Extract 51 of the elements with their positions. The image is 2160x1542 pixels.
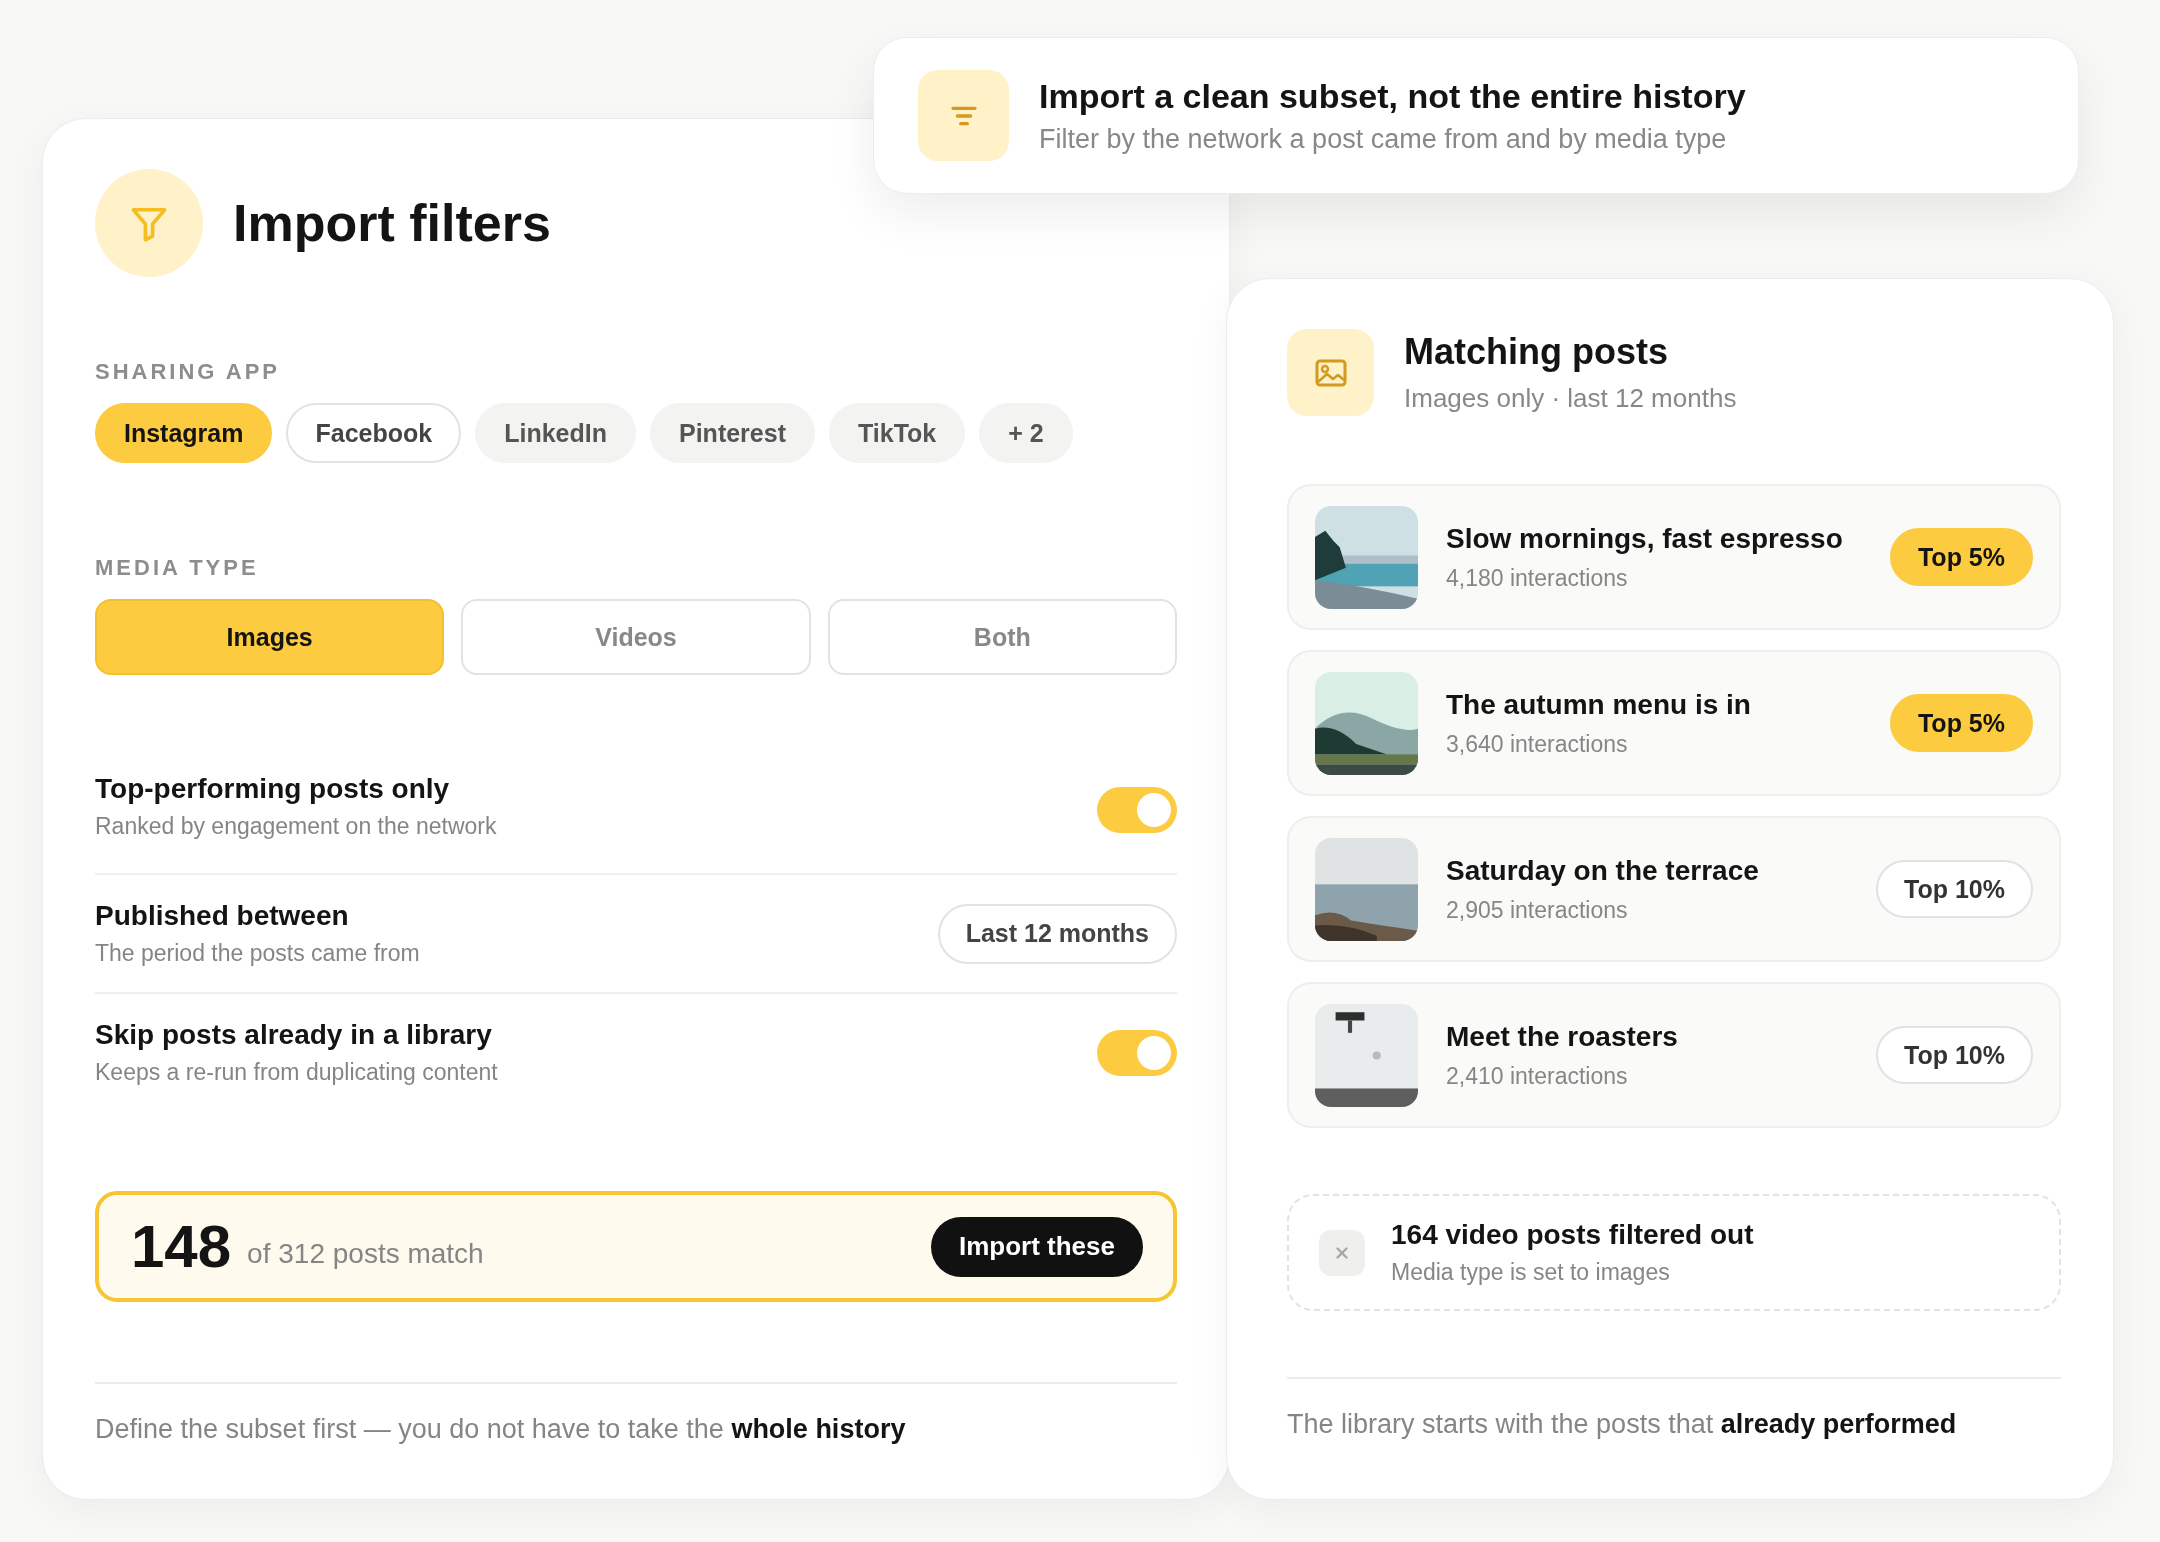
setting-title: Top-performing posts only <box>95 773 451 805</box>
close-icon <box>1319 1229 1365 1276</box>
match-total: of 312 posts match <box>247 1237 484 1270</box>
post-card[interactable]: Slow mornings, fast espresso 4,180 interactions Top 5% <box>1287 484 2061 630</box>
app-chip[interactable]: Pinterest <box>650 403 815 463</box>
panel-title: Matching posts <box>1404 331 1669 373</box>
post-card[interactable]: Meet the roasters 2,410 interactions Top 10% <box>1287 982 2061 1128</box>
rank-badge: Top 5% <box>1889 694 2033 752</box>
setting-description: The period the posts came from <box>95 940 420 967</box>
match-count: 148 <box>131 1212 232 1281</box>
image-icon <box>1287 329 1374 416</box>
post-title: Saturday on the terrace <box>1446 854 1759 887</box>
excluded-title: 164 video posts filtered out <box>1391 1219 1754 1251</box>
media-type-option[interactable]: Images <box>95 599 445 675</box>
app-chip[interactable]: TikTok <box>828 403 966 463</box>
app-chip[interactable]: LinkedIn <box>475 403 636 463</box>
callout-subtitle: Filter by the network a post came from and by media type <box>1039 123 1728 155</box>
rank-badge: Top 5% <box>1889 528 2033 586</box>
section-label: MEDIA TYPE <box>95 555 260 581</box>
app-chip[interactable]: + 2 <box>979 403 1073 463</box>
media-type-option[interactable]: Videos <box>461 599 811 675</box>
interaction-count: 4,180 interactions <box>1446 564 1629 592</box>
media-type-option[interactable]: Both <box>827 599 1177 675</box>
post-title: The autumn menu is in <box>1446 688 1751 721</box>
footer-note: Define the subset first — you do not have to take the whole history <box>95 1382 1177 1445</box>
import-button[interactable]: Import these <box>930 1216 1143 1277</box>
panel-subtitle: Images only · last 12 months <box>1404 383 1737 414</box>
section-label: SHARING APP <box>95 359 281 385</box>
filter-lines-icon <box>918 70 1009 161</box>
rank-badge: Top 10% <box>1876 1026 2033 1084</box>
post-card[interactable]: The autumn menu is in 3,640 interactions Top 5% <box>1287 650 2061 796</box>
period-dropdown[interactable]: Last 12 months <box>937 903 1177 964</box>
setting-title: Skip posts already in a library <box>95 1019 493 1051</box>
toggle-switch[interactable] <box>1097 787 1177 833</box>
callout-title: Import a clean subset, not the entire history <box>1039 76 1746 116</box>
setting-description: Ranked by engagement on the network <box>95 813 497 840</box>
post-title: Meet the roasters <box>1446 1020 1678 1053</box>
setting-description: Keeps a re-run from duplicating content <box>95 1059 498 1086</box>
interaction-count: 2,905 interactions <box>1446 896 1629 924</box>
app-chip[interactable]: Facebook <box>286 403 462 463</box>
excluded-subtitle: Media type is set to images <box>1391 1259 1671 1286</box>
footer-note: The library starts with the posts that already performed <box>1287 1377 2061 1440</box>
toggle-switch[interactable] <box>1097 1029 1177 1076</box>
interaction-count: 3,640 interactions <box>1446 730 1629 758</box>
post-card[interactable]: Saturday on the terrace 2,905 interactions Top 10% <box>1287 816 2061 962</box>
rank-badge: Top 10% <box>1876 860 2033 918</box>
post-title: Slow mornings, fast espresso <box>1446 522 1843 555</box>
app-chip[interactable]: Instagram <box>95 403 273 463</box>
interaction-count: 2,410 interactions <box>1446 1062 1629 1090</box>
panel-title: Import filters <box>233 193 551 253</box>
setting-title: Published between <box>95 900 350 932</box>
